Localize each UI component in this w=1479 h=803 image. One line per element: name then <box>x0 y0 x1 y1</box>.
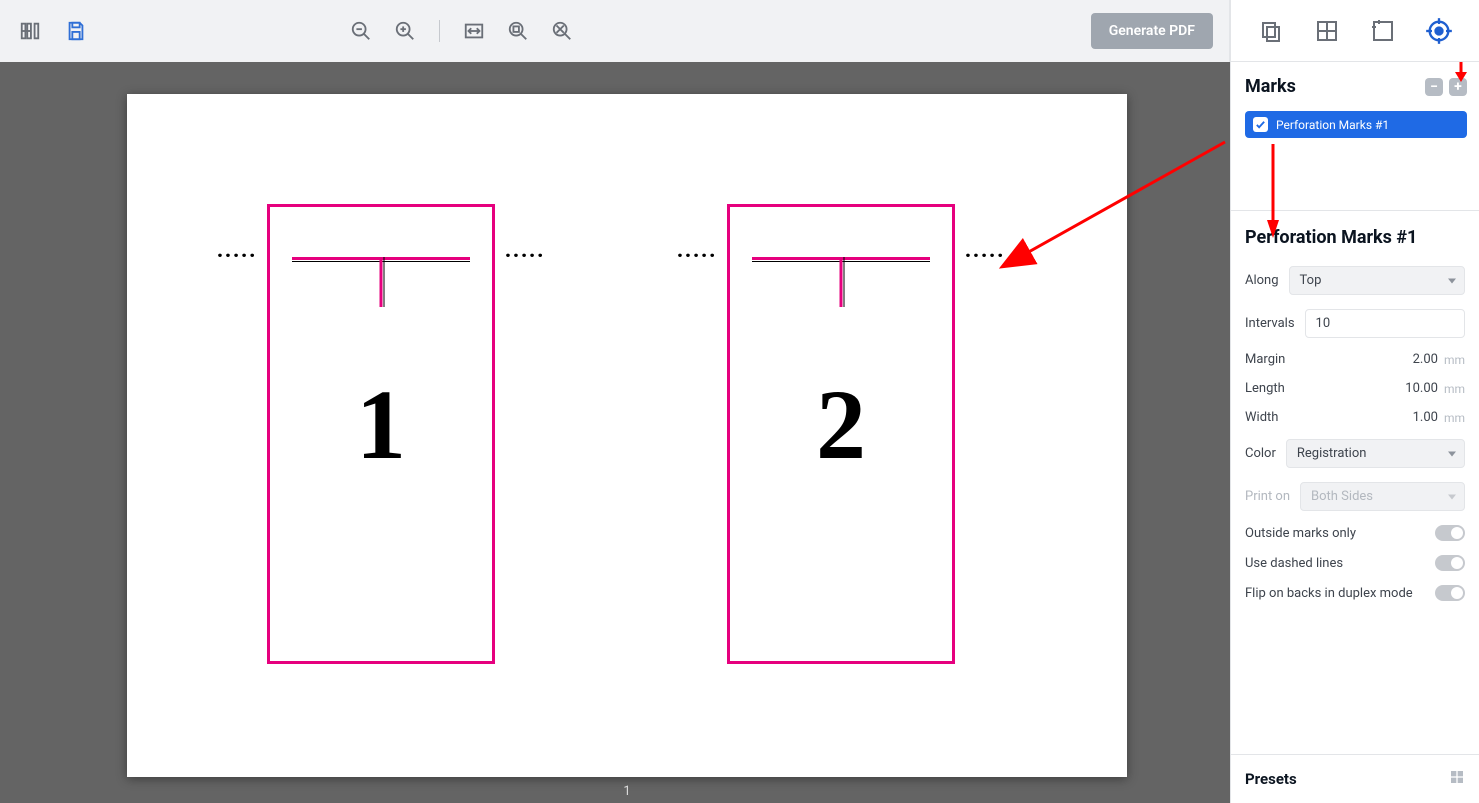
zoom-reset-icon[interactable] <box>548 17 576 45</box>
width-value[interactable]: 1.00 <box>1398 410 1438 425</box>
width-unit: mm <box>1444 411 1465 425</box>
page-box: 2 <box>727 204 955 664</box>
margin-unit: mm <box>1444 353 1465 367</box>
add-mark-button[interactable]: + <box>1449 78 1467 96</box>
marks-panel-title: Marks <box>1245 76 1296 97</box>
print-on-label: Print on <box>1245 489 1290 504</box>
zoom-in-icon[interactable] <box>391 17 419 45</box>
mark-item-label: Perforation Marks #1 <box>1276 118 1389 132</box>
flip-toggle[interactable] <box>1435 585 1465 601</box>
perforation-line-vertical <box>840 257 843 307</box>
along-label: Along <box>1245 273 1279 288</box>
page-box-number: 1 <box>270 367 492 482</box>
marks-panel: Marks − + Perforation Marks #1 <box>1231 62 1479 210</box>
perforation-dots: ..... <box>965 238 1005 262</box>
length-value[interactable]: 10.00 <box>1398 381 1438 396</box>
color-select[interactable]: Registration <box>1286 439 1465 468</box>
layout-tab-icon[interactable] <box>1311 15 1343 47</box>
flip-label: Flip on backs in duplex mode <box>1245 586 1413 601</box>
sidebar-tabs <box>1231 0 1479 62</box>
generate-pdf-button[interactable]: Generate PDF <box>1091 13 1213 49</box>
pages-tab-icon[interactable] <box>1255 15 1287 47</box>
save-icon[interactable] <box>62 17 90 45</box>
zoom-actual-icon[interactable] <box>504 17 532 45</box>
page-number-label: 1 <box>127 784 1127 799</box>
main-toolbar: Generate PDF <box>0 0 1230 62</box>
marks-tab-icon[interactable] <box>1423 15 1455 47</box>
bleed-tab-icon[interactable] <box>1367 15 1399 47</box>
mark-checkbox[interactable] <box>1253 117 1268 132</box>
sheet: ..... ..... ..... ..... 1 2 1 <box>127 94 1127 777</box>
along-select[interactable]: Top <box>1289 266 1465 295</box>
perforation-line-vertical <box>380 257 383 307</box>
outside-label: Outside marks only <box>1245 526 1356 541</box>
perforation-dots: ..... <box>505 238 545 262</box>
remove-mark-button[interactable]: − <box>1425 78 1443 96</box>
page-box-number: 2 <box>730 367 952 482</box>
perforation-dots: ..... <box>677 238 717 262</box>
mark-list-item[interactable]: Perforation Marks #1 <box>1245 111 1467 138</box>
right-sidebar: Marks − + Perforation Marks #1 Perforati… <box>1230 0 1479 803</box>
page-box: 1 <box>267 204 495 664</box>
intervals-input[interactable]: 10 <box>1305 309 1465 338</box>
canvas-area[interactable]: ..... ..... ..... ..... 1 2 1 <box>0 62 1230 803</box>
margin-label: Margin <box>1245 352 1285 367</box>
length-unit: mm <box>1444 382 1465 396</box>
properties-title: Perforation Marks #1 <box>1245 227 1465 248</box>
presets-grid-icon <box>1449 769 1465 789</box>
width-label: Width <box>1245 410 1278 425</box>
color-label: Color <box>1245 446 1276 461</box>
intervals-label: Intervals <box>1245 316 1295 331</box>
zoom-out-icon[interactable] <box>347 17 375 45</box>
mark-properties-panel: Perforation Marks #1 Along Top Intervals… <box>1231 211 1479 754</box>
fit-width-icon[interactable] <box>460 17 488 45</box>
print-on-select: Both Sides <box>1300 482 1465 511</box>
collate-icon[interactable] <box>16 17 44 45</box>
margin-value[interactable]: 2.00 <box>1398 352 1438 367</box>
outside-toggle[interactable] <box>1435 525 1465 541</box>
presets-section[interactable]: Presets <box>1231 754 1479 803</box>
length-label: Length <box>1245 381 1285 396</box>
presets-label: Presets <box>1245 770 1297 788</box>
dashed-label: Use dashed lines <box>1245 556 1343 571</box>
dashed-toggle[interactable] <box>1435 555 1465 571</box>
perforation-dots: ..... <box>217 238 257 262</box>
